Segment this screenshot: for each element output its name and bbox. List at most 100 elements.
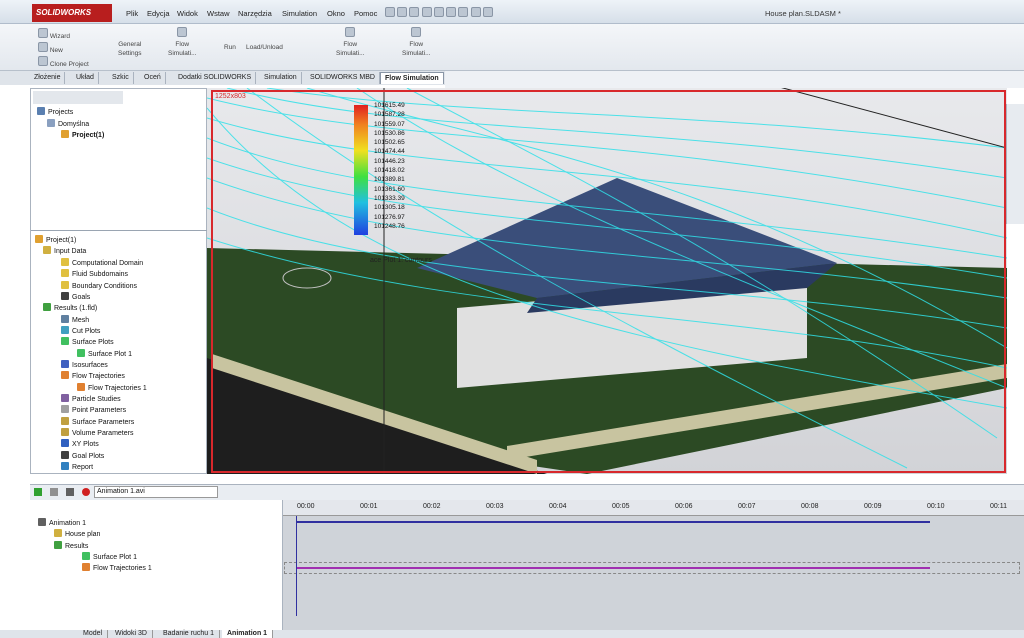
tree-node[interactable]: Volume Parameters: [61, 428, 133, 439]
timeline-header: [283, 500, 1024, 516]
tab-szkic[interactable]: Szkic: [108, 72, 134, 84]
menu-plik[interactable]: Plik: [126, 9, 138, 18]
open-icon[interactable]: [409, 7, 420, 17]
play-icon[interactable]: [34, 488, 42, 496]
tree-node[interactable]: Flow Trajectories: [61, 371, 125, 382]
tab-zlozenie[interactable]: Złożenie: [30, 72, 66, 84]
task-pane-strip[interactable]: [1006, 104, 1024, 224]
new-doc-icon[interactable]: [397, 7, 408, 17]
panel-tabs[interactable]: [33, 91, 123, 104]
print-icon[interactable]: [433, 7, 444, 17]
anim-tree-node[interactable]: Animation 1: [38, 518, 86, 529]
flow3-icon: [411, 27, 422, 37]
rebuild-icon[interactable]: [470, 7, 481, 17]
legend-value: 101587.28: [374, 111, 405, 119]
tree-node[interactable]: Point Parameters: [61, 405, 126, 416]
legend-value-list: 101615.49 101587.28 101559.07 101530.86 1015…: [374, 101, 414, 231]
tab-widoki-3d[interactable]: Widoki 3D: [110, 630, 153, 638]
tab-ocen[interactable]: Oceń: [140, 72, 166, 84]
tree-node-label: Point Parameters: [72, 407, 127, 414]
tab-badanie-ruchu[interactable]: Badanie ruchu 1: [158, 630, 220, 638]
anim-tree-node[interactable]: Flow Trajectories 1: [82, 563, 152, 574]
menu-widok[interactable]: Widok: [177, 9, 198, 18]
anim-tree-node[interactable]: Surface Plot 1: [82, 552, 137, 563]
legend-value: 101248.76: [374, 222, 405, 230]
trajectory-icon: [61, 371, 69, 379]
tab-simulation[interactable]: Simulation: [260, 72, 302, 84]
clone-project-button[interactable]: Clone Project: [38, 56, 89, 69]
menu-edycja[interactable]: Edycja: [147, 9, 170, 18]
project-icon: [35, 235, 43, 243]
menu-wstaw[interactable]: Wstaw: [207, 9, 230, 18]
settings-label: Settings: [118, 50, 142, 57]
tree-node[interactable]: Surface Plots: [61, 337, 114, 348]
wizard-button[interactable]: Wizard: [38, 28, 70, 41]
general-settings-button[interactable]: General Settings: [118, 40, 142, 58]
tree-node[interactable]: Fluid Subdomains: [61, 269, 128, 280]
menu-simulation[interactable]: Simulation: [282, 9, 317, 18]
color-legend-bar[interactable]: [354, 105, 368, 235]
run-button[interactable]: Run: [224, 43, 236, 52]
tab-uklad[interactable]: Układ: [72, 72, 99, 84]
solidworks-logo[interactable]: SOLIDWORKS: [32, 4, 112, 22]
tree-node[interactable]: Report: [61, 462, 93, 473]
animation-confirm-buttons[interactable]: [964, 487, 1020, 497]
tree-node[interactable]: Computational Domain: [61, 258, 143, 269]
tree-node[interactable]: Surface Parameters: [61, 417, 134, 428]
flow-icon: [177, 27, 188, 37]
tree-project-1[interactable]: Project(1): [61, 130, 104, 141]
options-icon[interactable]: [482, 7, 493, 17]
tree-node[interactable]: Isosurfaces: [61, 360, 108, 371]
flow-simulation-button-1[interactable]: Flow Simulati...: [168, 27, 197, 58]
time-cursor[interactable]: [296, 516, 297, 616]
tree-node[interactable]: Mesh: [61, 315, 89, 326]
home-icon[interactable]: [385, 7, 395, 17]
legend-value: 101305.18: [374, 204, 405, 212]
tree-node-label: Flow Trajectories 1: [88, 385, 147, 392]
tab-animation-1[interactable]: Animation 1: [222, 630, 274, 638]
general-label: General: [118, 41, 142, 48]
tree-node[interactable]: Cut Plots: [61, 326, 100, 337]
tab-dodatki[interactable]: Dodatki SOLIDWORKS: [174, 72, 257, 84]
stop-icon[interactable]: [66, 488, 74, 496]
undo-icon[interactable]: [446, 7, 457, 17]
time-tick: 00:05: [612, 503, 630, 510]
pause-icon[interactable]: [50, 488, 58, 496]
house-plan-track[interactable]: [296, 521, 930, 523]
tab-model[interactable]: Model: [78, 630, 109, 638]
anim-tree-node[interactable]: Results: [54, 541, 88, 552]
anim-tree-node[interactable]: House plan: [54, 529, 100, 540]
flow-simulation-button-2[interactable]: Flow Simulati...: [336, 27, 365, 58]
tree-node[interactable]: Boundary Conditions: [61, 281, 137, 292]
tree-node[interactable]: Goal Plots: [61, 451, 104, 462]
tree-node[interactable]: Input Data: [43, 246, 86, 257]
flow-simulation-button-3[interactable]: Flow Simulati...: [402, 27, 431, 58]
tree-node[interactable]: Results (1.fld): [43, 303, 97, 314]
tree-node-label: Surface Parameters: [72, 419, 135, 426]
new-button[interactable]: New: [38, 42, 63, 55]
tab-mbd[interactable]: SOLIDWORKS MBD: [306, 72, 380, 84]
select-icon[interactable]: [458, 7, 469, 17]
menu-pomoc[interactable]: Pomoc: [354, 9, 377, 18]
tree-node[interactable]: Particle Studies: [61, 394, 121, 405]
flow3-label: Flow: [409, 41, 424, 48]
tree-node[interactable]: Goals: [61, 292, 90, 303]
menu-okno[interactable]: Okno: [327, 9, 345, 18]
quick-access-toolbar[interactable]: [385, 7, 585, 18]
save-icon[interactable]: [421, 7, 432, 17]
tree-node[interactable]: Surface Plot 1: [77, 349, 132, 360]
record-icon[interactable]: [82, 488, 90, 496]
tab-flow-simulation[interactable]: Flow Simulation: [380, 72, 444, 84]
animation-file-field[interactable]: Animation 1.avi: [94, 486, 218, 498]
tree-domyslna[interactable]: Domyślna: [47, 119, 89, 130]
tree-node[interactable]: Flow Trajectories 1: [77, 383, 147, 394]
menu-narzedzia[interactable]: Narzędzia: [238, 9, 272, 18]
tree-projects[interactable]: Projects: [37, 107, 73, 118]
heads-up-view-toolbar[interactable]: [445, 71, 1024, 88]
tree-node[interactable]: XY Plots: [61, 439, 99, 450]
flow2-icon: [345, 27, 356, 37]
time-tick: 00:09: [864, 503, 882, 510]
tree-node[interactable]: Project(1): [35, 235, 76, 246]
load-unload-button[interactable]: Load/Unload: [246, 43, 283, 52]
trajectory-track[interactable]: [296, 567, 930, 569]
